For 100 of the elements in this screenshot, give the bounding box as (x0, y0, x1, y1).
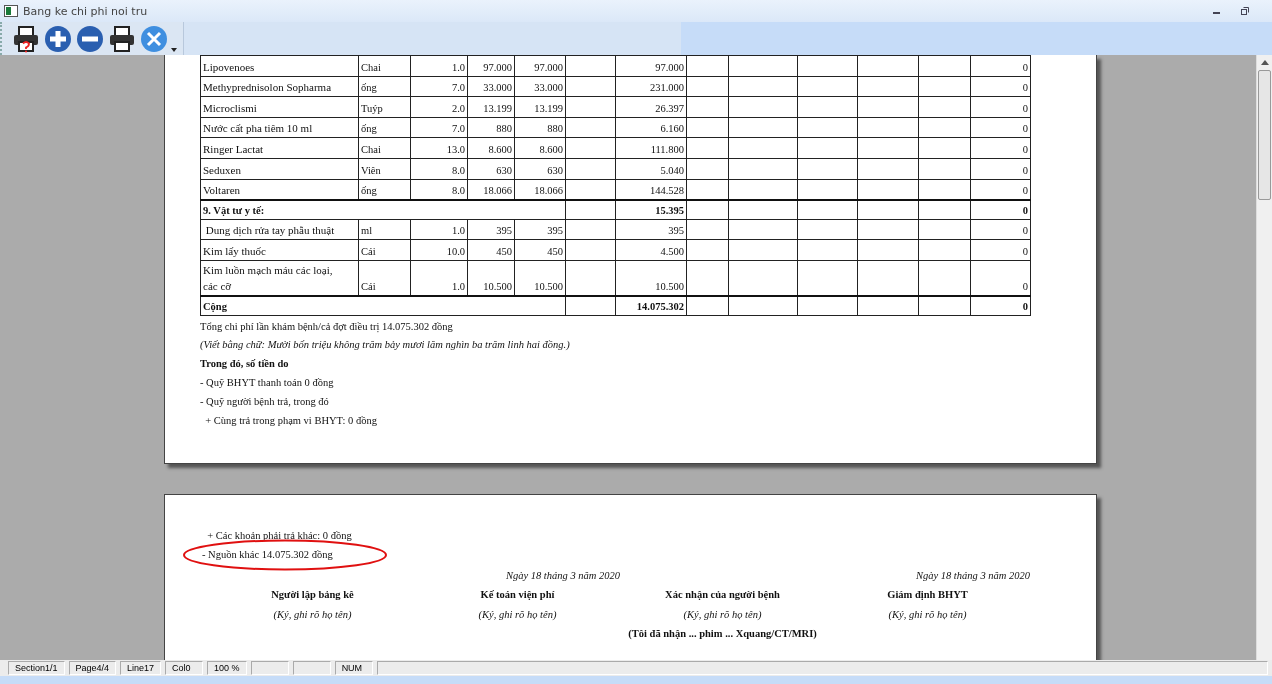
table-cell: 395 (514, 219, 566, 240)
table-cell: 450 (514, 239, 566, 261)
status-panel: NUM (334, 661, 373, 675)
table-cell: 10.0 (410, 239, 468, 261)
signature-date: Ngày 18 tháng 3 năm 2020 (505, 568, 620, 583)
table-cell: Chai (358, 137, 411, 159)
signature-note: (Ký, ghi rõ họ tên) (888, 607, 967, 622)
table-cell: 26.397 (615, 96, 687, 118)
signature-date: Ngày 18 tháng 3 năm 2020 (915, 568, 1030, 583)
table-cell: 4.500 (615, 239, 687, 261)
print-help-icon[interactable] (11, 23, 41, 54)
signature-title: Xác nhận của người bệnh (665, 588, 780, 603)
table-cell: Tuýp (358, 96, 411, 118)
table-cell: 97.000 (514, 55, 566, 77)
status-panel: 100 % (207, 661, 247, 675)
table-cell: 231.000 (615, 76, 687, 97)
table-cell: Dung dịch rửa tay phẫu thuật (200, 219, 359, 240)
table-cell: 0 (970, 295, 1031, 316)
table-cell: 8.600 (467, 137, 515, 159)
table-cell: 8.0 (410, 158, 468, 180)
status-panel (250, 661, 289, 675)
table-cell: 33.000 (467, 76, 515, 97)
status-panel (292, 661, 331, 675)
vertical-scrollbar[interactable] (1256, 55, 1272, 660)
table-cell: Voltaren (200, 179, 359, 201)
table-cell: Cộng (200, 295, 566, 316)
table-cell: 0 (970, 137, 1031, 159)
table-cell: 395 (615, 219, 687, 240)
table-cell: 0 (970, 96, 1031, 118)
status-panel: Page4/4 (68, 661, 117, 675)
summary-line: - Quỹ người bệnh trả, trong đó (200, 394, 330, 409)
table-cell: 13.199 (467, 96, 515, 118)
table-cell: 2.0 (410, 96, 468, 118)
table-cell: 880 (514, 117, 566, 138)
dropdown-caret-icon[interactable] (171, 48, 177, 52)
scroll-up-icon[interactable] (1260, 60, 1269, 65)
window-title: Bang ke chi phi noi tru (23, 4, 148, 18)
scrollbar-thumb[interactable] (1258, 70, 1271, 200)
table-cell: 0 (970, 158, 1031, 180)
table-cell: 0 (970, 219, 1031, 240)
zoom-in-icon[interactable] (43, 23, 73, 54)
summary-line: + Cùng trả trong phạm vi BHYT: 0 đồng (204, 413, 378, 428)
table-cell: Cái (358, 239, 411, 261)
table-cell: Ringer Lactat (200, 137, 359, 159)
table-cell: 9. Vật tư y tế: (200, 200, 566, 220)
table-cell: 8.600 (514, 137, 566, 159)
table-cell: 1.0 (410, 55, 468, 77)
signature-note: (Ký, ghi rõ họ tên) (683, 607, 762, 622)
table-cell: 15.395 (615, 200, 687, 220)
summary-line: - Quỹ BHYT thanh toán 0 đồng (200, 375, 335, 390)
table-cell: 97.000 (615, 55, 687, 77)
table-cell: 630 (467, 158, 515, 180)
restore-icon[interactable] (1240, 6, 1250, 16)
table-cell: 111.800 (615, 137, 687, 159)
table-cell: Kim lấy thuốc (200, 239, 359, 261)
table-cell: ống (358, 76, 411, 97)
status-panel: Line17 (120, 661, 162, 675)
table-cell: Methyprednisolon Sopharma (200, 76, 359, 97)
table-cell: Viên (358, 158, 411, 180)
signature-title: Kế toán viện phí (480, 588, 555, 603)
table-cell: 1.0 (410, 219, 468, 240)
table-cell: 395 (467, 219, 515, 240)
table-cell: 6.160 (615, 117, 687, 138)
table-cell: 13.199 (514, 96, 566, 118)
table-cell: ống (358, 117, 411, 138)
table-cell: 97.000 (467, 55, 515, 77)
table-cell: Cái (358, 260, 411, 296)
table-cell: 630 (514, 158, 566, 180)
summary-line: (Viết bằng chữ: Mười bốn triệu không trăm bảy mươi lăm nghìn ba trăm linh hai đồng.) (200, 338, 571, 353)
table-cell: 33.000 (514, 76, 566, 97)
table-cell: 0 (970, 117, 1031, 138)
table-cell: Lipovenoes (200, 55, 359, 77)
print-icon[interactable] (107, 23, 137, 54)
table-cell: Nước cất pha tiêm 10 ml (200, 117, 359, 138)
table-cell: 450 (467, 239, 515, 261)
signature-title: Giám định BHYT (887, 588, 968, 603)
table-cell: 0 (970, 200, 1031, 220)
table-cell: 5.040 (615, 158, 687, 180)
table-cell: 7.0 (410, 76, 468, 97)
signature-title: Người lập bảng kê (271, 588, 354, 603)
table-cell: Kim luồn mạch máu các loại, các cỡ (200, 260, 359, 296)
table-cell: 7.0 (410, 117, 468, 138)
summary-line: + Các khoản phải trả khác: 0 đồng (206, 529, 352, 543)
table-cell: 880 (467, 117, 515, 138)
table-cell: ml (358, 219, 411, 240)
status-panel: Section1/1 (8, 661, 65, 675)
table-cell: 13.0 (410, 137, 468, 159)
summary-line: Tổng chi phí lần khám bệnh/cả đợt điều trị 14.075.302 đồng (200, 319, 454, 334)
summary-line: - Nguồn khác 14.075.302 đồng (202, 547, 333, 562)
table-cell: Seduxen (200, 158, 359, 180)
signature-note: (Ký, ghi rõ họ tên) (273, 607, 352, 622)
table-cell: 14.075.302 (615, 295, 687, 316)
table-cell: Chai (358, 55, 411, 77)
table-cell: Microclismi (200, 96, 359, 118)
status-panel: Col0 (165, 661, 204, 675)
signature-note: (Ký, ghi rõ họ tên) (478, 607, 557, 622)
zoom-out-icon[interactable] (75, 23, 105, 54)
receipt-note: (Tôi đã nhận ... phim ... Xquang/CT/MRI) (628, 627, 817, 642)
table-cell: 0 (970, 239, 1031, 261)
table-cell: 0 (970, 76, 1031, 97)
